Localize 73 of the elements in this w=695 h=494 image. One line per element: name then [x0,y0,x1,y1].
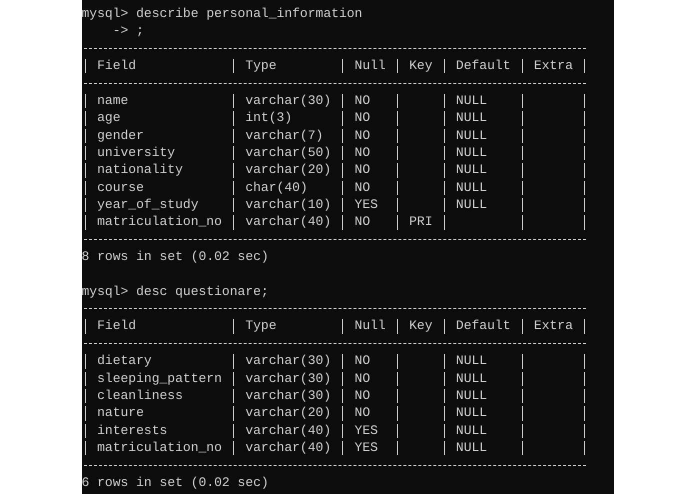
table-cell: varchar(40) [245,440,332,455]
table-cell: NULL [456,92,488,108]
table-cell: age [97,110,120,126]
table-cell: YES [354,422,378,438]
table-cell: year_of_study [97,196,199,212]
table-cell: NULL [456,144,488,160]
table-cell: varchar(20) [245,162,332,178]
table-cell: NULL [456,180,488,195]
column-header: Type [245,58,277,74]
table-cell: NULL [456,128,488,143]
result-summary: 8 rows in set (0.02 sec) [82,249,269,264]
table-cell: varchar(40) [245,214,332,230]
table-cell: varchar(30) [245,388,332,403]
continuation-line: -> ; [112,23,144,38]
column-header: Extra [534,318,573,334]
table-cell: NULL [456,196,488,212]
column-header: Field [97,318,136,334]
table-cell: char(40) [245,180,308,195]
column-header: Default [456,318,511,334]
table-cell: NO [354,128,370,143]
table-cell: NULL [456,353,488,368]
table-cell: PRI [409,214,433,230]
table-cell: cleanliness [97,388,183,403]
result-summary: 6 rows in set (0.02 sec) [82,474,269,490]
table-cell: interests [97,422,168,438]
table-cell: NO [354,388,370,403]
column-header: Key [409,318,433,334]
column-header: Key [409,58,433,74]
table-cell: int(3) [245,110,292,126]
table-cell: YES [354,440,378,455]
table-cell: NO [354,180,370,195]
column-header: Type [245,318,277,334]
table-cell: varchar(7) [245,128,324,143]
command-prompt-line: mysql> describe personal_information [82,6,362,21]
table-cell: matriculation_no [97,440,222,455]
table-cell: varchar(30) [245,92,332,108]
table-cell: NO [354,353,370,368]
table-cell: NULL [456,162,488,178]
table-cell: varchar(40) [245,422,332,438]
column-header: Null [354,58,386,74]
table-cell: NO [354,405,370,420]
column-header: Field [97,58,136,74]
table-cell: varchar(30) [245,370,332,386]
table-cell: nature [97,405,144,420]
table-cell: course [97,180,144,195]
table-cell: matriculation_no [97,214,222,230]
table-cell: NULL [456,440,488,455]
column-header: Default [456,58,511,74]
table-cell: NO [354,214,370,230]
table-cell: NULL [456,388,488,403]
table-cell: varchar(30) [245,353,332,368]
table-cell: NO [354,370,370,386]
table-cell: NULL [456,422,488,438]
column-header: Extra [534,58,573,74]
table-cell: nationality [97,162,183,178]
table-cell: varchar(50) [245,144,332,160]
table-cell: NULL [456,110,488,126]
command-prompt-line: mysql> desc questionare; [82,284,269,299]
table-cell: dietary [97,353,152,368]
table-cell: NO [354,92,370,108]
table-cell: NULL [456,405,488,420]
table-cell: name [97,92,128,108]
column-header: Null [354,318,386,334]
table-cell: YES [354,196,378,212]
table-cell: sleeping_pattern [97,370,222,386]
table-cell: NO [354,162,370,178]
table-cell: varchar(20) [245,405,332,420]
table-cell: gender [97,128,144,143]
table-cell: NULL [456,370,488,386]
table-cell: university [97,144,176,160]
table-cell: NO [354,110,370,126]
table-cell: NO [354,144,370,160]
table-cell: varchar(10) [245,196,332,212]
